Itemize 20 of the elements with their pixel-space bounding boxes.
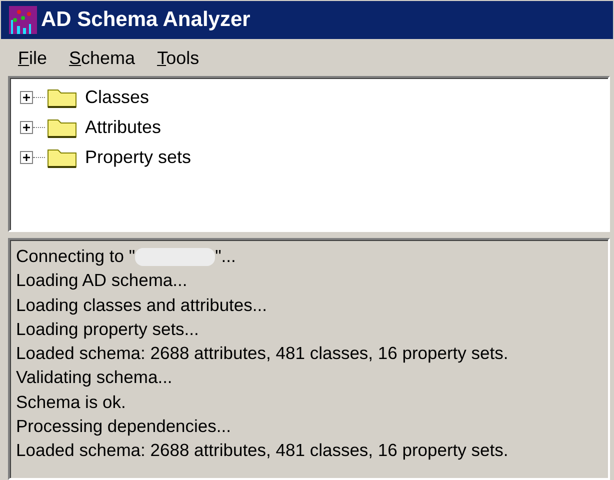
window-title: AD Schema Analyzer [41,8,250,32]
log-line: Loading AD schema... [16,269,188,292]
expand-icon[interactable] [20,150,33,164]
tree-item[interactable]: Property sets [85,146,192,168]
log-line: Loading property sets... [16,318,200,341]
app-icon [9,6,37,34]
menu-item[interactable]: Tools [157,48,200,68]
menu-item[interactable]: Schema [69,48,136,68]
log-line: Loading classes and attributes... [16,294,268,317]
log-line: Connecting to " "... [16,245,237,268]
log-line: Loaded schema: 2688 attributes, 481 classes, 16 property sets. [16,342,510,366]
log-line: Schema is ok. [16,390,127,414]
menu-item[interactable]: File [18,48,48,68]
expand-icon[interactable] [20,90,33,104]
tree-item[interactable]: Classes [85,86,150,108]
log-line: Processing dependencies... [16,415,232,438]
tree-item[interactable]: Attributes [85,116,162,138]
expand-icon[interactable] [20,120,33,134]
log-line: Validating schema... [16,366,174,390]
log-line: Loaded schema: 2688 attributes, 481 classes, 16 property sets. [16,439,510,462]
